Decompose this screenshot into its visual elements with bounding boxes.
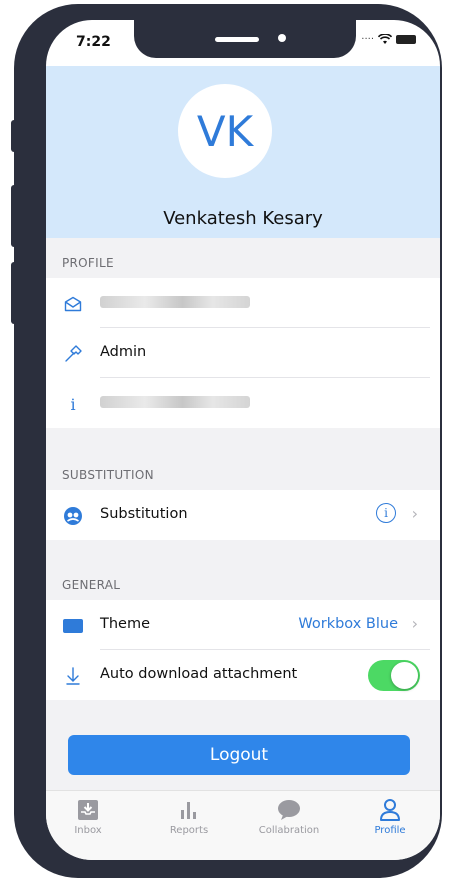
status-time: 7:22 — [76, 34, 111, 50]
theme-label: Theme — [100, 616, 151, 632]
section-header-profile: PROFILE — [46, 238, 440, 278]
section-header-general: GENERAL — [46, 540, 440, 600]
tab-label: Inbox — [74, 825, 102, 836]
role-label: Admin — [100, 344, 147, 360]
person-icon — [350, 797, 430, 823]
tab-label: Collabration — [258, 825, 320, 836]
profile-email-row[interactable] — [46, 278, 440, 328]
toggle-knob — [391, 662, 418, 689]
section-header-substitution: SUBSTITUTION — [46, 428, 440, 490]
theme-row[interactable]: Theme Workbox Blue › — [46, 600, 440, 650]
side-button-mute — [11, 120, 18, 152]
inbox-icon — [48, 797, 128, 823]
avatar[interactable]: VK — [178, 84, 272, 178]
substitution-label: Substitution — [100, 506, 188, 522]
auto-download-toggle[interactable] — [368, 660, 420, 691]
section-title: PROFILE — [62, 256, 114, 270]
bar-chart-icon — [149, 797, 229, 823]
download-arrow-icon — [62, 665, 84, 687]
tab-label: Profile — [374, 825, 406, 836]
signal-icon: ···· — [361, 34, 374, 45]
email-value-redacted — [100, 296, 250, 308]
info-value-redacted — [100, 396, 250, 408]
battery-icon — [396, 35, 416, 44]
theme-value: Workbox Blue — [298, 616, 398, 632]
wifi-icon — [378, 34, 392, 44]
status-icons: ···· — [361, 34, 416, 45]
chevron-right-icon: › — [411, 614, 418, 633]
tab-profile[interactable]: Profile — [350, 797, 430, 836]
profile-header: VK Venkatesh Kesary — [46, 66, 440, 238]
notch — [134, 20, 356, 58]
chevron-right-icon: › — [411, 504, 418, 523]
substitution-icon — [62, 505, 84, 527]
camera-dot — [278, 34, 286, 42]
tab-label: Reports — [169, 825, 209, 836]
profile-role-row: Admin — [46, 328, 440, 378]
info-circle-icon[interactable]: i — [376, 503, 396, 523]
tab-reports[interactable]: Reports — [149, 797, 229, 836]
tab-collabration[interactable]: Collabration — [249, 797, 329, 836]
section-title: GENERAL — [62, 578, 121, 592]
speaker-grille — [215, 37, 259, 42]
tab-bar: Inbox Reports Collabration Profile — [46, 790, 440, 860]
chat-bubble-icon — [249, 797, 329, 823]
theme-swatch-icon — [62, 615, 84, 637]
logout-button[interactable]: Logout — [68, 735, 410, 775]
side-button-volume-down — [11, 262, 18, 324]
user-name: Venkatesh Kesary — [163, 208, 323, 229]
profile-info-row[interactable]: i — [46, 378, 440, 428]
substitution-row[interactable]: Substitution i › — [46, 490, 440, 540]
auto-download-row: Auto download attachment — [46, 650, 440, 700]
phone-screen: 7:22 ···· VK Venkatesh Kesary PROFILE Ad… — [46, 20, 440, 860]
auto-download-label: Auto download attachment — [100, 666, 298, 682]
side-button-volume-up — [11, 185, 18, 247]
envelope-icon — [62, 293, 84, 315]
info-icon: i — [70, 394, 76, 414]
hammer-icon — [62, 343, 84, 365]
tab-inbox[interactable]: Inbox — [48, 797, 128, 836]
avatar-initials: VK — [196, 106, 254, 156]
section-title: SUBSTITUTION — [62, 468, 154, 482]
